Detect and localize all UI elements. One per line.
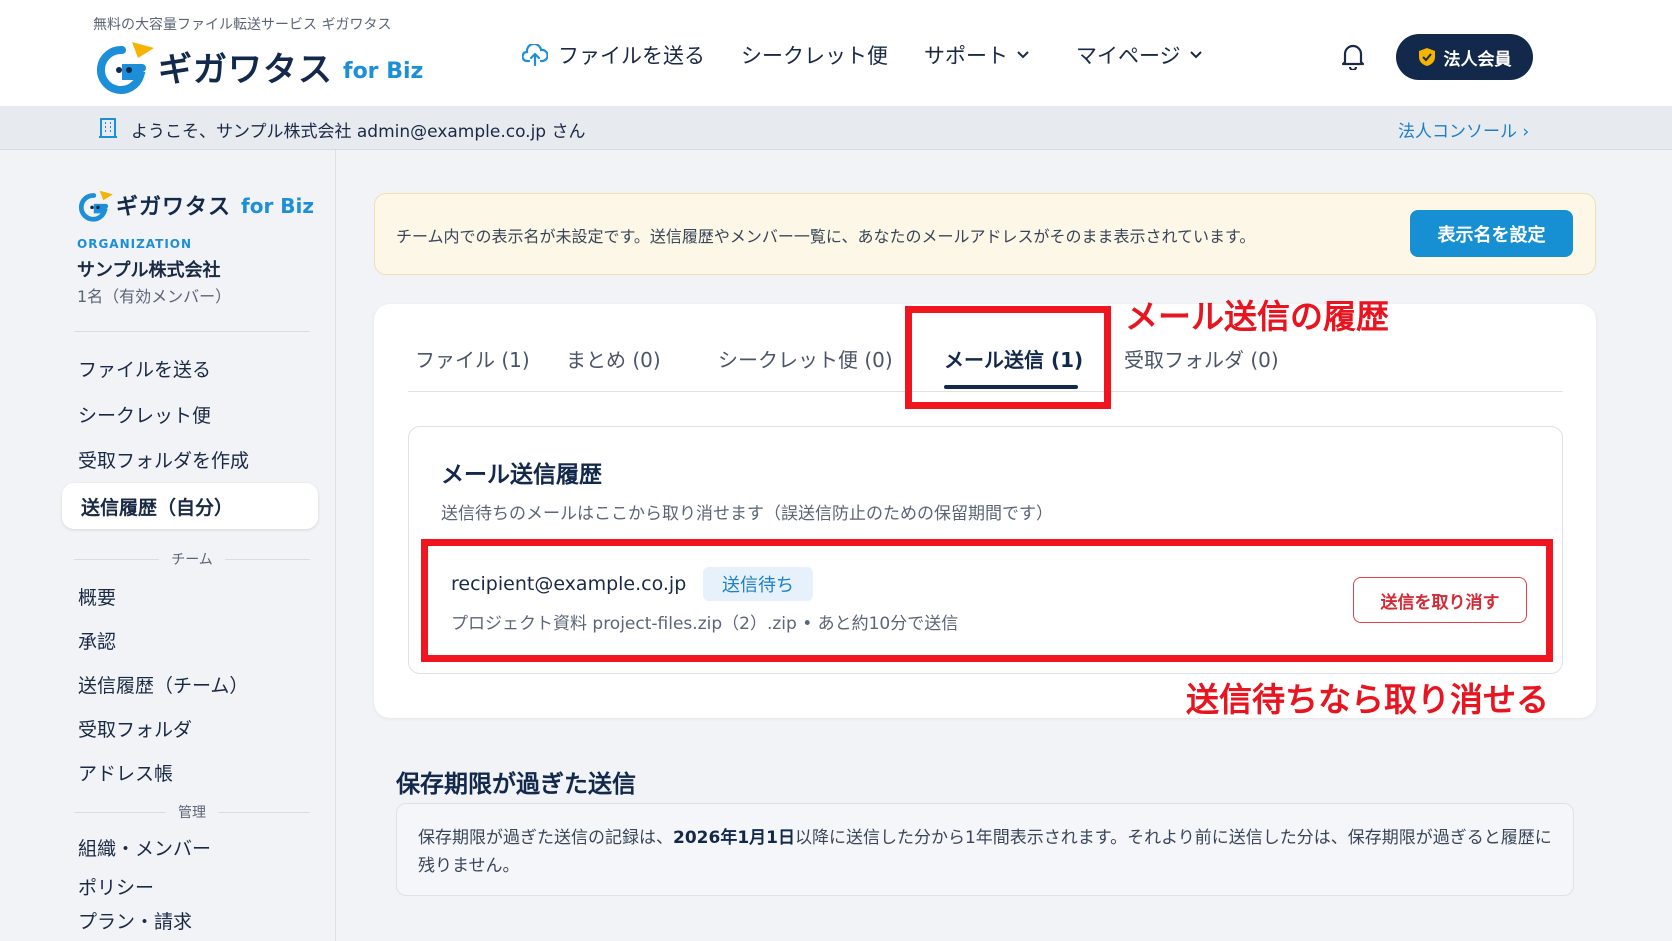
expired-section-title: 保存期限が過ぎた送信: [396, 770, 636, 798]
welcome-bar: ようこそ、サンプル株式会社 admin@example.co.jp さん 法人コ…: [0, 106, 1672, 150]
sidebar-item-create-folder[interactable]: 受取フォルダを作成: [78, 446, 249, 473]
logo-mark-icon: [92, 38, 156, 94]
sidebar-item-org-members[interactable]: 組織・メンバー: [78, 834, 211, 861]
sidebar-item-address-book[interactable]: アドレス帳: [78, 759, 173, 786]
annotation-tab-box: [905, 306, 1111, 409]
sidebar-item-approval[interactable]: 承認: [78, 627, 116, 654]
nav-label: ファイルを送る: [558, 44, 705, 68]
logo-text: ギガワタス: [158, 49, 333, 90]
tab-secret[interactable]: シークレット便 (0): [718, 344, 893, 373]
app-header: 無料の大容量ファイル転送サービス ギガワタス ギガワタス for Biz ファイ…: [0, 0, 1672, 106]
org-members: 1名（有効メンバー）: [77, 287, 232, 306]
mail-history-subtitle: 送信待ちのメールはここから取り消せます（誤送信防止のための保留期間です）: [441, 504, 1053, 524]
annotation-row-label: 送信待ちなら取り消せる: [1186, 680, 1549, 719]
expired-date: 2026年1月1日: [673, 828, 795, 848]
logo[interactable]: ギガワタス for Biz: [92, 38, 423, 94]
member-button-label: 法人会員: [1443, 49, 1512, 70]
nav-label: マイページ: [1076, 44, 1181, 68]
sidebar-item-plan-billing[interactable]: プラン・請求: [78, 907, 192, 934]
sidebar-logo[interactable]: ギガワタス for Biz: [76, 188, 314, 222]
cloud-upload-icon: [522, 44, 548, 66]
tab-bundles[interactable]: まとめ (0): [566, 344, 661, 373]
expired-info-text: 保存期限が過ぎた送信の記録は、2026年1月1日以降に送信した分から1年間表示さ…: [418, 828, 1552, 876]
corporate-console-link[interactable]: 法人コンソール ›: [1398, 117, 1529, 142]
notice-text: チーム内での表示名が未設定です。送信履歴やメンバー一覧に、あなたのメールアドレス…: [396, 227, 1256, 246]
sidebar-logo-text: ギガワタス: [116, 195, 232, 220]
sidebar-item-history-team[interactable]: 送信履歴（チーム）: [78, 671, 248, 698]
building-icon: [98, 117, 118, 143]
shield-icon: [1418, 48, 1435, 66]
sidebar-logo-biz: for Biz: [241, 194, 315, 218]
logo-biz: for Biz: [343, 58, 424, 84]
sidebar-divider: [74, 331, 310, 332]
tagline: 無料の大容量ファイル転送サービス ギガワタス: [93, 17, 392, 33]
sidebar-item-send-files[interactable]: ファイルを送る: [78, 355, 211, 382]
set-display-name-button[interactable]: 表示名を設定: [1410, 210, 1573, 257]
main-nav: ファイルを送る シークレット便 サポート マイページ: [522, 40, 1249, 70]
nav-support[interactable]: サポート: [924, 40, 1040, 70]
sidebar-item-receive-folder[interactable]: 受取フォルダ: [78, 715, 192, 742]
nav-secret[interactable]: シークレット便: [741, 40, 888, 70]
logo-mark-icon: [78, 190, 113, 222]
expired-info-box: 保存期限が過ぎた送信の記録は、2026年1月1日以降に送信した分から1年間表示さ…: [396, 803, 1574, 896]
annotation-row-box: [421, 539, 1553, 662]
mail-history-title: メール送信履歴: [441, 462, 602, 488]
chevron-down-icon: [1189, 51, 1202, 59]
nav-label: シークレット便: [741, 44, 888, 68]
org-name: サンプル株式会社: [77, 260, 221, 281]
nav-send-files[interactable]: ファイルを送る: [522, 40, 705, 70]
sidebar-item-policy[interactable]: ポリシー: [78, 873, 154, 900]
display-name-notice: チーム内での表示名が未設定です。送信履歴やメンバー一覧に、あなたのメールアドレス…: [374, 193, 1596, 275]
tab-files[interactable]: ファイル (1): [415, 344, 530, 373]
tab-receive-folder[interactable]: 受取フォルダ (0): [1124, 344, 1279, 373]
sidebar-section-admin: 管理: [74, 802, 310, 822]
bell-icon[interactable]: [1340, 42, 1366, 74]
welcome-text: ようこそ、サンプル株式会社 admin@example.co.jp さん: [131, 122, 586, 142]
sidebar: ギガワタス for Biz ORGANIZATION サンプル株式会社 1名（有…: [0, 150, 336, 941]
org-label: ORGANIZATION: [77, 237, 193, 251]
member-button[interactable]: 法人会員: [1396, 34, 1533, 80]
sidebar-section-team: チーム: [74, 549, 310, 569]
nav-label: サポート: [924, 44, 1008, 68]
sidebar-item-history-self[interactable]: 送信履歴（自分）: [62, 483, 318, 529]
sidebar-item-secret[interactable]: シークレット便: [78, 401, 211, 428]
sidebar-item-label: 送信履歴（自分）: [81, 497, 234, 519]
nav-mypage[interactable]: マイページ: [1076, 40, 1213, 70]
sidebar-item-overview[interactable]: 概要: [78, 583, 116, 610]
chevron-down-icon: [1017, 51, 1029, 59]
annotation-tab-label: メール送信の履歴: [1125, 297, 1389, 336]
